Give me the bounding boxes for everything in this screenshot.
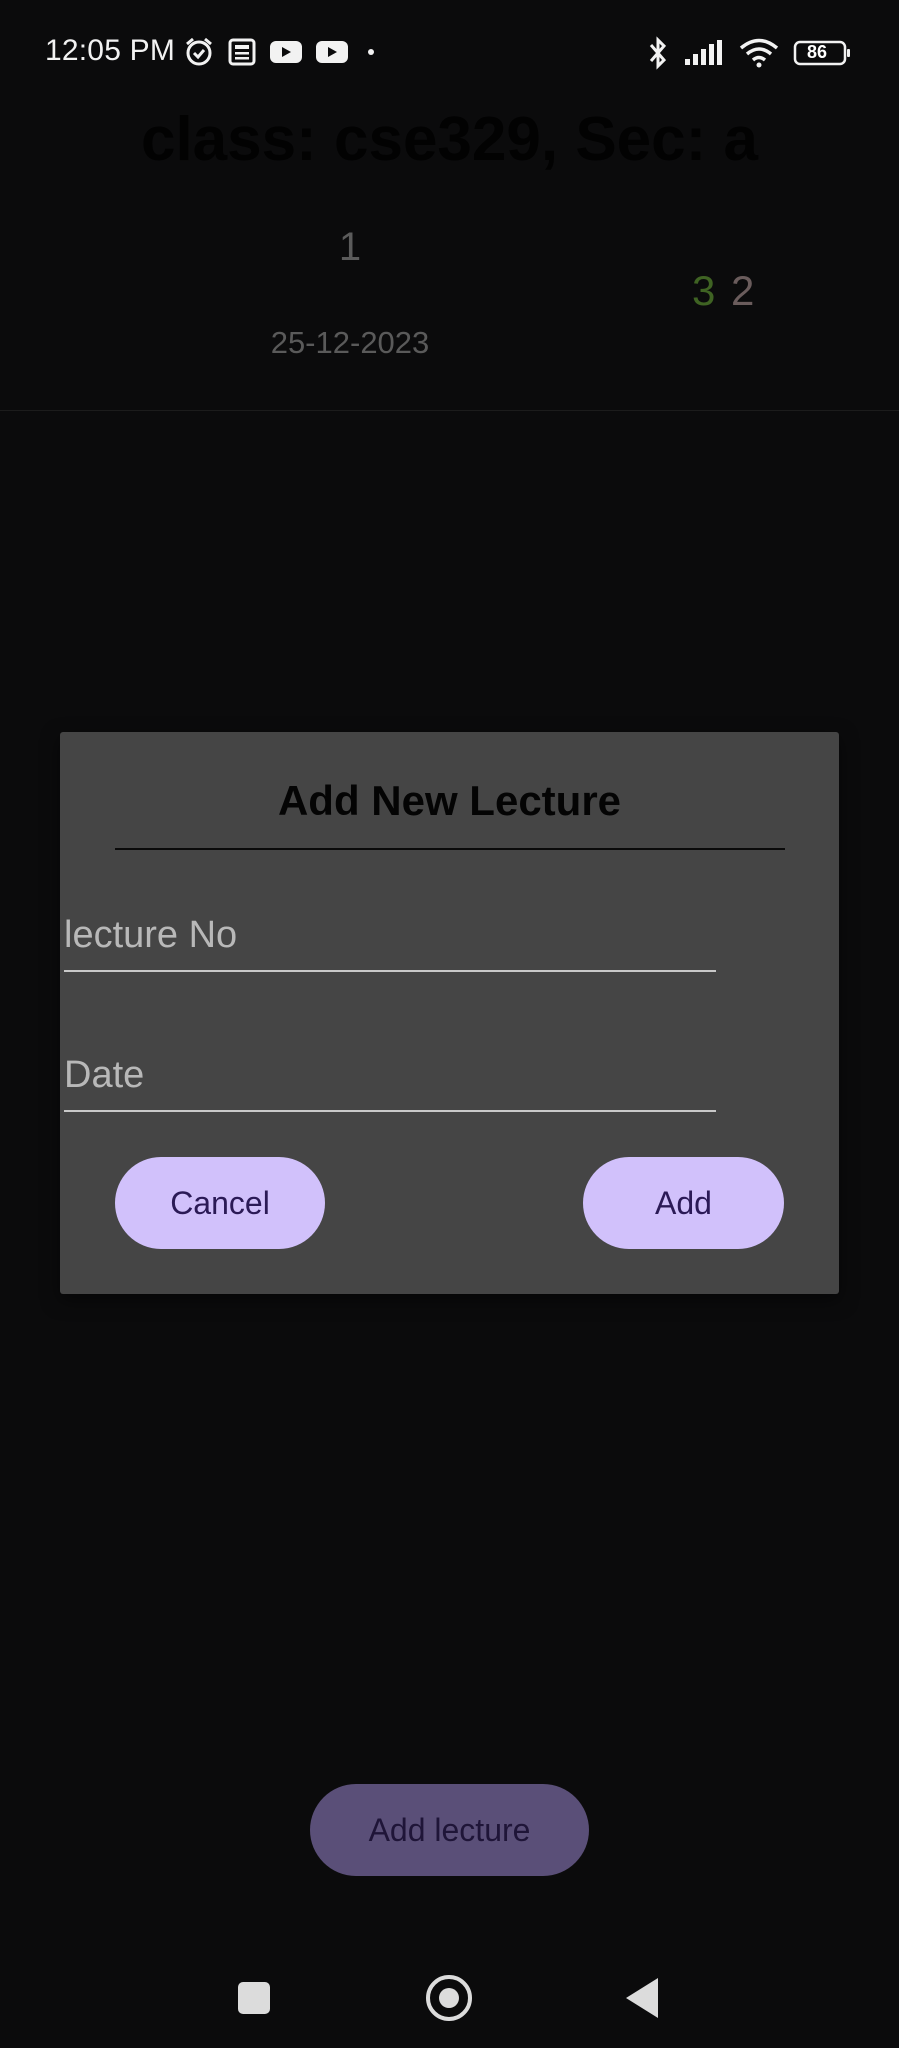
signal-icon xyxy=(683,39,725,67)
back-icon[interactable] xyxy=(626,1978,658,2018)
absent-count: 2 xyxy=(731,267,755,314)
lecture-date: 25-12-2023 xyxy=(270,325,430,360)
recents-icon[interactable] xyxy=(238,1982,270,2014)
navigation-bar xyxy=(0,1950,899,2048)
battery-level: 86 xyxy=(807,42,828,62)
class-title: class: cse329, Sec: a xyxy=(140,105,759,174)
youtube-icon xyxy=(315,39,349,65)
divider xyxy=(115,848,785,850)
home-icon[interactable] xyxy=(426,1975,472,2021)
cancel-button[interactable]: Cancel xyxy=(115,1157,325,1249)
date-input[interactable] xyxy=(64,1040,716,1112)
present-count: 3 xyxy=(692,267,716,314)
home-dot xyxy=(439,1988,459,2008)
lecture-number: 1 xyxy=(338,225,362,269)
notification-icons xyxy=(183,36,381,68)
battery-icon: 86 xyxy=(793,39,851,67)
lecture-list-item[interactable]: 1 25-12-2023 3 2 xyxy=(0,215,899,411)
lecture-number-input[interactable] xyxy=(64,900,716,972)
dialog-title: Add New Lecture xyxy=(277,777,622,824)
alarm-icon xyxy=(183,36,215,68)
add-button[interactable]: Add xyxy=(583,1157,784,1249)
system-icons: 86 xyxy=(647,36,851,70)
wifi-icon xyxy=(739,38,779,68)
status-bar: 12:05 PM 86 xyxy=(0,0,899,108)
bluetooth-icon xyxy=(647,36,669,70)
add-lecture-button[interactable]: Add lecture xyxy=(310,1784,589,1876)
dot-icon xyxy=(361,42,381,62)
status-time: 12:05 PM xyxy=(45,34,176,67)
youtube-icon xyxy=(269,39,303,65)
screen: 12:05 PM 86 class: cse329, Sec: a 1 25-1… xyxy=(0,0,899,2048)
news-icon xyxy=(227,37,257,67)
